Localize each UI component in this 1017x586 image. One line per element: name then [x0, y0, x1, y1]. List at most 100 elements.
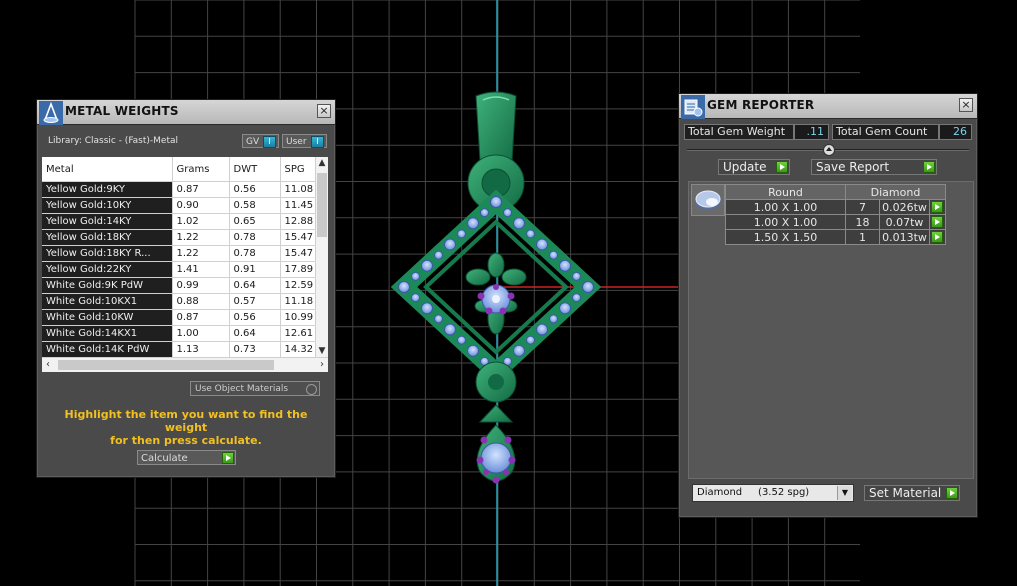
- frame-stone: [411, 293, 420, 303]
- cell-spg: 12.61: [280, 325, 317, 342]
- frame-stone: [549, 314, 558, 324]
- table-row[interactable]: White Gold:14K PdW 1.13 0.73 14.32: [42, 341, 317, 357]
- table-row[interactable]: Yellow Gold:18KY 1.22 0.78 15.47: [42, 229, 317, 246]
- calculate-button[interactable]: Calculate: [137, 450, 236, 465]
- scroll-down-icon[interactable]: ▼: [316, 345, 328, 357]
- frame-stone: [421, 302, 433, 315]
- column-header-spg[interactable]: SPG: [280, 157, 317, 182]
- table-row[interactable]: White Gold:10KX1 0.88 0.57 11.18: [42, 293, 317, 310]
- use-object-materials-checkbox[interactable]: Use Object Materials: [190, 381, 320, 396]
- gem-reporter-close-button[interactable]: ×: [959, 98, 973, 112]
- frame-stone: [536, 238, 548, 251]
- gem-report-area[interactable]: Round Diamond 1.00 X 1.00 7 0.026tw 1.00 X …: [688, 181, 974, 479]
- table-row[interactable]: White Gold:10KW 0.87 0.56 10.99: [42, 309, 317, 326]
- table-row[interactable]: Yellow Gold:10KY 0.90 0.58 11.45: [42, 197, 317, 214]
- play-arrow-icon: [923, 161, 935, 173]
- gem-count-cell: 7: [845, 199, 880, 215]
- gv-toggle-knob: I: [263, 136, 276, 148]
- update-button[interactable]: Update: [718, 159, 790, 175]
- frame-stone: [421, 259, 433, 272]
- table-row[interactable]: Yellow Gold:22KY 1.41 0.91 17.89: [42, 261, 317, 278]
- gem-row[interactable]: 1.00 X 1.00 7 0.026tw: [725, 199, 946, 215]
- frame-stone: [549, 250, 558, 260]
- cell-grams: 0.90: [172, 197, 230, 214]
- select-gem-button[interactable]: [929, 229, 946, 245]
- cell-spg: 17.89: [280, 261, 317, 278]
- table-row[interactable]: White Gold:9K PdW 0.99 0.64 12.59: [42, 277, 317, 294]
- cell-dwt: 0.78: [229, 229, 281, 246]
- column-header-metal[interactable]: Metal: [42, 157, 173, 182]
- select-gem-button[interactable]: [929, 199, 946, 215]
- play-arrow-icon: [931, 216, 943, 228]
- user-toggle[interactable]: User I: [282, 134, 327, 148]
- gem-reporter-panel: GEM REPORTER × Total Gem Weight .11 Tota…: [678, 93, 978, 518]
- diamond-thumbnail[interactable]: [691, 184, 725, 216]
- cell-grams: 1.02: [172, 213, 230, 230]
- cell-dwt: 0.58: [229, 197, 281, 214]
- table-row[interactable]: Yellow Gold:18KY R... 1.22 0.78 15.47: [42, 245, 317, 262]
- metal-weights-titlebar[interactable]: METAL WEIGHTS ×: [37, 100, 335, 125]
- cell-spg: 11.18: [280, 293, 317, 310]
- frame-stone: [572, 293, 581, 303]
- chevron-down-icon[interactable]: ▼: [837, 486, 852, 500]
- cell-dwt: 0.56: [229, 181, 281, 198]
- frame-stone: [503, 208, 512, 218]
- pendant-model[interactable]: [390, 91, 602, 484]
- collapse-toggle-icon[interactable]: [823, 144, 835, 156]
- metal-table[interactable]: Metal Grams DWT SPG Yellow Gold:9KY 0.87 0…: [42, 157, 328, 357]
- gem-row[interactable]: 1.00 X 1.00 18 0.07tw: [725, 214, 946, 230]
- frame-stone: [526, 335, 535, 345]
- metal-weights-close-button[interactable]: ×: [317, 104, 331, 118]
- update-label: Update: [723, 160, 767, 174]
- frame-stone: [480, 208, 489, 218]
- gv-toggle[interactable]: GV I: [242, 134, 279, 148]
- gem-size-cell: 1.50 X 1.50: [725, 229, 846, 245]
- gv-toggle-label: GV: [246, 137, 260, 147]
- cell-metal: White Gold:14KX1: [42, 325, 173, 342]
- gem-weight-cell: 0.013tw: [879, 229, 930, 245]
- vertical-scroll-thumb[interactable]: [317, 173, 327, 237]
- gem-reporter-titlebar[interactable]: GEM REPORTER ×: [679, 94, 977, 119]
- user-toggle-knob: I: [311, 136, 324, 148]
- column-header-dwt[interactable]: DWT: [229, 157, 281, 182]
- cell-metal: White Gold:10KW: [42, 309, 173, 326]
- cell-grams: 1.22: [172, 229, 230, 246]
- table-row[interactable]: Yellow Gold:9KY 0.87 0.56 11.08: [42, 181, 317, 198]
- frame-stone: [513, 217, 525, 230]
- cell-spg: 15.47: [280, 245, 317, 262]
- set-material-button[interactable]: Set Material: [864, 485, 960, 501]
- instruction-line-1: Highlight the item you want to find the …: [64, 408, 308, 434]
- instruction-text: Highlight the item you want to find the …: [47, 408, 325, 447]
- scroll-up-icon[interactable]: ▲: [316, 157, 328, 169]
- metal-table-header: Metal Grams DWT SPG: [42, 157, 317, 182]
- cell-metal: White Gold:14K PdW: [42, 341, 173, 357]
- gem-reporter-title: GEM REPORTER: [707, 98, 815, 112]
- scroll-right-icon[interactable]: ›: [316, 358, 328, 372]
- save-report-button[interactable]: Save Report: [811, 159, 937, 175]
- total-gem-count-value: 26: [939, 124, 972, 140]
- cell-metal: Yellow Gold:22KY: [42, 261, 173, 278]
- frame-stone: [536, 323, 548, 336]
- metal-table-horizontal-scrollbar[interactable]: ‹ ›: [42, 357, 328, 372]
- cell-grams: 1.13: [172, 341, 230, 357]
- gem-table[interactable]: Round Diamond 1.00 X 1.00 7 0.026tw 1.00 X …: [725, 184, 946, 245]
- frame-stone: [490, 196, 502, 208]
- table-row[interactable]: Yellow Gold:14KY 1.02 0.65 12.88: [42, 213, 317, 230]
- frame-stone: [434, 250, 443, 260]
- cell-dwt: 0.64: [229, 325, 281, 342]
- column-header-grams[interactable]: Grams: [172, 157, 230, 182]
- table-row[interactable]: White Gold:14KX1 1.00 0.64 12.61: [42, 325, 317, 342]
- cell-dwt: 0.57: [229, 293, 281, 310]
- select-gem-button[interactable]: [929, 214, 946, 230]
- cell-metal: White Gold:10KX1: [42, 293, 173, 310]
- material-select[interactable]: Diamond (3.52 spg) ▼: [692, 484, 854, 502]
- cell-grams: 1.00: [172, 325, 230, 342]
- metal-table-vertical-scrollbar[interactable]: ▲ ▼: [315, 157, 328, 357]
- horizontal-scroll-thumb[interactable]: [58, 360, 274, 370]
- cell-spg: 14.32: [280, 341, 317, 357]
- cell-spg: 15.47: [280, 229, 317, 246]
- cell-dwt: 0.65: [229, 213, 281, 230]
- library-label: Library: Classic - (Fast)-Metal: [48, 136, 179, 146]
- gem-row[interactable]: 1.50 X 1.50 1 0.013tw: [725, 229, 946, 245]
- scroll-left-icon[interactable]: ‹: [42, 358, 54, 372]
